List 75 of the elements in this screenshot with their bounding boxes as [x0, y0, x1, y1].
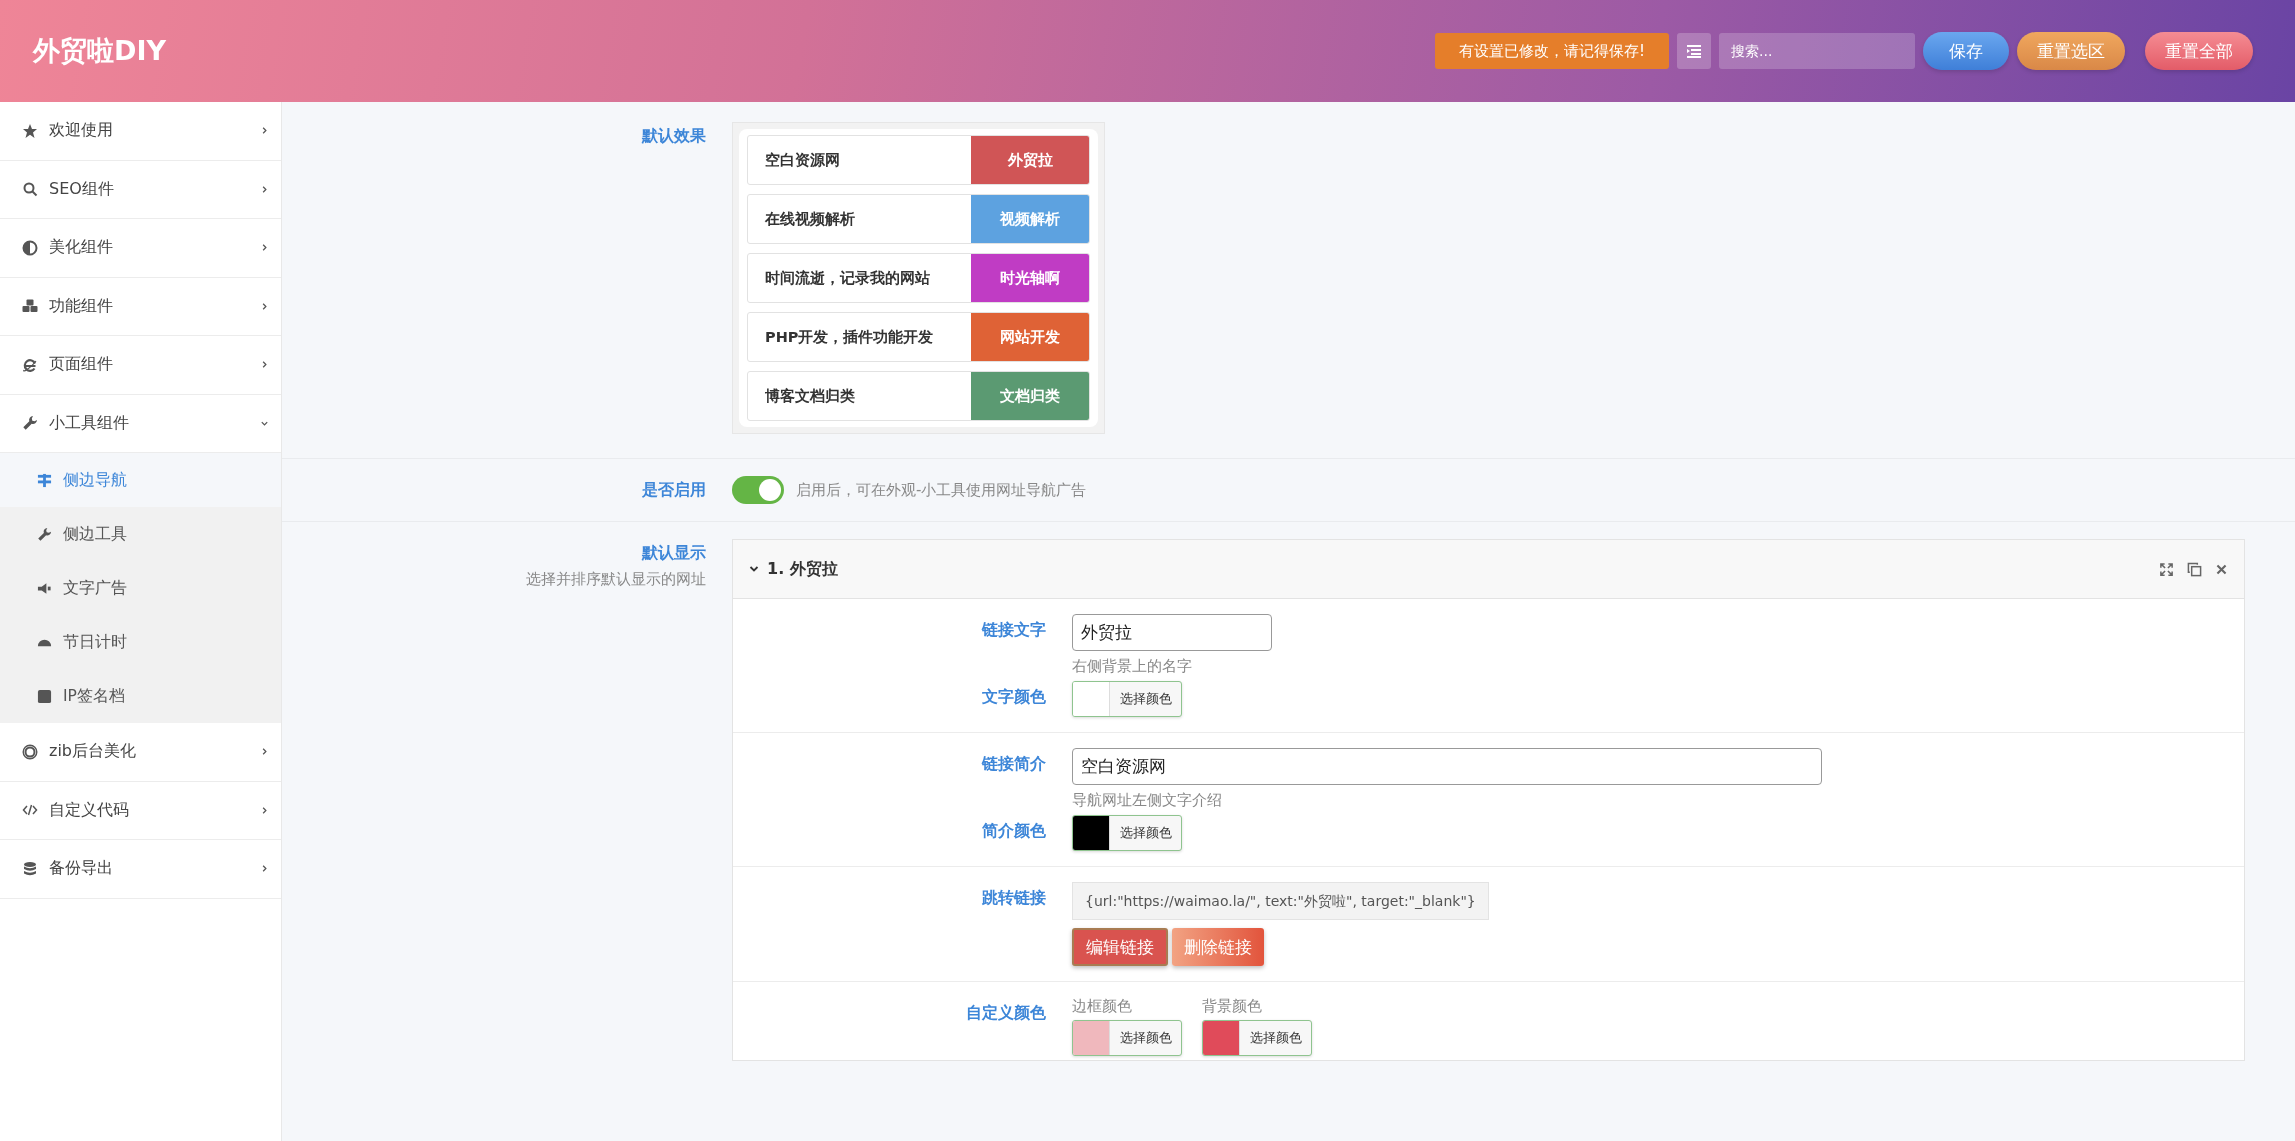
field-label: 自定义颜色	[966, 1003, 1046, 1024]
color-picker[interactable]: 选择颜色	[1072, 681, 1182, 717]
contrast-icon	[22, 239, 38, 256]
sidebar-item[interactable]: SEO组件	[0, 160, 281, 219]
field-label: 是否启用	[642, 480, 706, 501]
text-field[interactable]: 空白资源网	[1072, 748, 1822, 785]
color-picker[interactable]: 选择颜色	[1072, 1020, 1182, 1056]
sidebar-item[interactable]: 页面组件	[0, 336, 281, 395]
signpost-icon	[37, 472, 52, 488]
field-label: 默认效果	[642, 126, 706, 147]
nav-link-text: 博客文档归类	[764, 386, 856, 406]
sidebar-subitem[interactable]: 侧边导航	[0, 453, 281, 507]
chevron-right-icon	[260, 805, 269, 815]
nav-link-text: PHP开发，插件功能开发	[764, 327, 935, 347]
field-description: 选择并排序默认显示的网址	[526, 570, 706, 589]
group-title: 1. 外贸拉	[767, 558, 839, 580]
field-help: 导航网址左侧文字介绍	[1072, 791, 1222, 810]
chevron-right-icon	[260, 301, 269, 311]
logo-icon	[22, 743, 38, 760]
sidebar-item[interactable]: 自定义代码	[0, 781, 281, 840]
sidebar-subitem[interactable]: 侧边工具	[0, 507, 281, 561]
picker-label: 边框颜色	[1072, 997, 1133, 1016]
link-button[interactable]: 编辑链接	[1072, 928, 1168, 966]
field-label: 简介颜色	[982, 821, 1046, 842]
text-field[interactable]: 外贸拉	[1072, 614, 1272, 651]
sidebar-item[interactable]: 备份导出	[0, 840, 281, 899]
chevron-right-icon	[260, 864, 269, 874]
close-icon[interactable]	[2215, 562, 2228, 576]
wrench-icon	[22, 415, 38, 432]
color-picker[interactable]: 选择颜色	[1202, 1020, 1312, 1056]
wrench-icon	[37, 526, 52, 542]
sidebar-item[interactable]: 美化组件	[0, 219, 281, 278]
field-label: 链接简介	[982, 754, 1046, 775]
menu-button[interactable]	[1677, 33, 1711, 69]
sidebar-item[interactable]: 功能组件	[0, 277, 281, 336]
sidebar-subitem[interactable]: 文字广告	[0, 561, 281, 615]
nav-link-tag: 文档归类	[971, 372, 1089, 420]
chevron-right-icon	[260, 126, 269, 136]
nav-link-text: 时间流逝，记录我的网站	[764, 268, 931, 288]
nav-link-text: 空白资源网	[764, 150, 841, 170]
chevron-right-icon	[260, 747, 269, 757]
nav-link-text: 在线视频解析	[764, 209, 856, 229]
nav-link-tag: 网站开发	[971, 313, 1089, 361]
copy-icon[interactable]	[2187, 561, 2202, 577]
picker-label: 背景颜色	[1202, 997, 1263, 1016]
unsaved-notice: 有设置已修改，请记得保存!	[1435, 33, 1669, 69]
enable-switch[interactable]	[732, 476, 784, 504]
field-label: 跳转链接	[982, 888, 1046, 909]
search-icon	[22, 181, 38, 198]
chevron-right-icon	[260, 360, 269, 370]
nav-link-tag: 视频解析	[971, 195, 1089, 243]
browser-icon	[22, 356, 38, 373]
nav-link-tag: 时光轴啊	[971, 254, 1089, 302]
star-icon	[22, 122, 38, 139]
sidebar-subitem[interactable]: IP签名档	[0, 669, 281, 723]
switch-hint: 启用后，可在外观-小工具使用网址导航广告	[796, 480, 1087, 500]
sidebar-item[interactable]: 欢迎使用	[0, 102, 281, 161]
field-label: 文字颜色	[982, 687, 1046, 708]
color-picker[interactable]: 选择颜色	[1072, 815, 1182, 851]
nav-link-tag: 外贸拉	[971, 136, 1089, 184]
chevron-down-icon	[749, 564, 759, 574]
field-label: 链接文字	[982, 620, 1046, 641]
chevron-right-icon	[260, 184, 269, 194]
sidebar-subitem[interactable]: 节日计时	[0, 615, 281, 669]
list-icon	[1686, 43, 1702, 59]
expand-icon[interactable]	[2159, 561, 2174, 577]
field-label: 默认显示	[642, 543, 706, 564]
cubes-icon	[22, 298, 38, 315]
field-help: 右侧背景上的名字	[1072, 657, 1192, 676]
chevron-right-icon	[260, 243, 269, 253]
sidebar-item[interactable]: zib后台美化	[0, 723, 281, 782]
site-title: 外贸啦DIY	[33, 34, 166, 68]
group-header[interactable]: 1. 外贸拉	[733, 540, 2244, 599]
link-value: {url:"https://waimao.la/", text:"外贸啦", target:"_blank"}	[1072, 882, 1489, 920]
database-icon	[22, 860, 38, 877]
